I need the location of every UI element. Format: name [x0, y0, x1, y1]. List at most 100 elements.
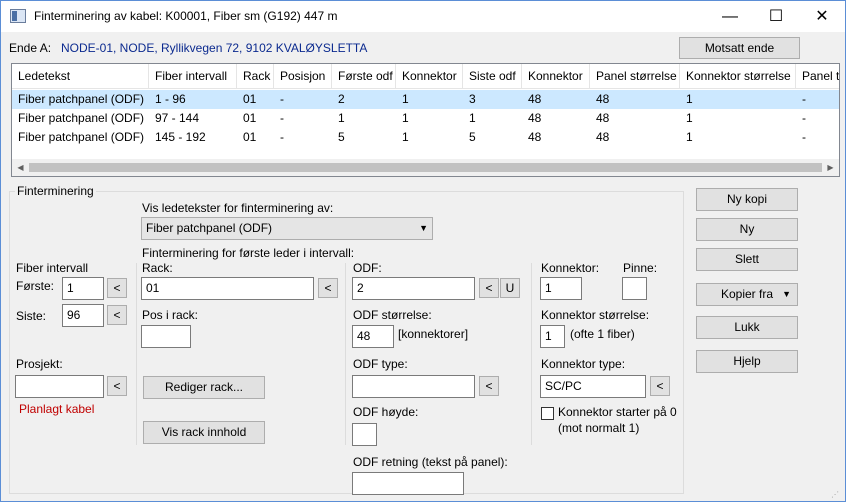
scroll-right-icon[interactable]: ▶ — [822, 159, 839, 176]
table-cell: 1 — [402, 130, 409, 144]
maximize-button[interactable]: ☐ — [753, 1, 799, 32]
title-bar[interactable]: Finterminering av kabel: K00001, Fiber s… — [1, 1, 845, 32]
divider — [531, 263, 532, 445]
horizontal-scrollbar[interactable]: ◀ ▶ — [12, 159, 839, 176]
dialog-window: Finterminering av kabel: K00001, Fiber s… — [0, 0, 846, 502]
divider — [136, 263, 137, 445]
table-cell: 1 — [338, 111, 345, 125]
odf-input[interactable]: 2 — [352, 277, 475, 300]
table-cell: 1 — [686, 130, 693, 144]
scrollbar-thumb[interactable] — [29, 163, 822, 172]
column-header[interactable]: Første odf — [332, 64, 396, 89]
window-title: Finterminering av kabel: K00001, Fiber s… — [34, 9, 338, 23]
konnektor-type-input[interactable]: SC/PC — [540, 375, 646, 398]
table-row[interactable]: Fiber patchpanel (ODF) 1 - 96 01 - 2 1 3… — [12, 90, 839, 109]
pos-i-rack-input[interactable] — [141, 325, 191, 348]
column-header[interactable]: Konnektor — [396, 64, 463, 89]
table-cell: 1 - 96 — [155, 92, 186, 106]
odf-type-label: ODF type: — [353, 357, 408, 371]
minimize-button[interactable]: — — [707, 1, 753, 32]
odf-retning-label: ODF retning (tekst på panel): — [353, 455, 508, 469]
forste-input[interactable]: 1 — [62, 277, 104, 300]
column-header[interactable]: Ledetekst — [12, 64, 149, 89]
table-cell: 1 — [686, 111, 693, 125]
pinne-input[interactable] — [622, 277, 647, 300]
forste-label: Første: — [16, 279, 54, 293]
divider — [345, 263, 346, 445]
table-cell: 48 — [596, 111, 610, 125]
rack-input[interactable]: 01 — [141, 277, 314, 300]
odf-hoyde-label: ODF høyde: — [353, 405, 419, 419]
table-cell: 48 — [528, 92, 542, 106]
table-cell: 48 — [528, 111, 542, 125]
column-header[interactable]: Panel størrelse — [590, 64, 680, 89]
scroll-left-icon[interactable]: ◀ — [12, 159, 29, 176]
ende-label: Ende A: — [9, 41, 52, 55]
slett-button[interactable]: Slett — [696, 248, 798, 271]
konnektor-storrelse-input[interactable]: 1 — [540, 325, 565, 348]
table-cell: 97 - 144 — [155, 111, 200, 125]
table-cell: 1 — [686, 92, 693, 106]
konnektor-starter-checkbox[interactable] — [541, 407, 554, 420]
table-cell: 145 - 192 — [155, 130, 206, 144]
group-title: Finterminering — [15, 184, 96, 198]
column-header[interactable]: Siste odf — [463, 64, 522, 89]
odf-storrelse-input[interactable]: 48 — [352, 325, 394, 348]
column-header[interactable]: Konnektor — [522, 64, 590, 89]
kopier-fra-label: Kopier fra — [720, 287, 774, 301]
motsatt-ende-button[interactable]: Motsatt ende — [679, 37, 800, 59]
list-header: Ledetekst Fiber intervall Rack Posisjon … — [12, 64, 839, 89]
forste-pick-button[interactable]: < — [107, 278, 127, 298]
column-header[interactable]: Posisjon — [274, 64, 332, 89]
table-cell: 48 — [528, 130, 542, 144]
rack-pick-button[interactable]: < — [318, 278, 338, 298]
table-cell: - — [802, 92, 806, 106]
table-cell: 2 — [338, 92, 345, 106]
prosjekt-pick-button[interactable]: < — [107, 376, 127, 396]
column-header[interactable]: Panel ty — [796, 64, 839, 89]
table-row[interactable]: Fiber patchpanel (ODF) 145 - 192 01 - 5 … — [12, 128, 839, 147]
ny-kopi-button[interactable]: Ny kopi — [696, 188, 798, 211]
ny-button[interactable]: Ny — [696, 218, 798, 241]
table-cell: - — [280, 111, 284, 125]
resize-grip-icon[interactable]: ⋰ — [831, 489, 843, 501]
odf-type-input[interactable] — [352, 375, 475, 398]
kopier-fra-button[interactable]: Kopier fra ▼ — [696, 283, 798, 306]
konnektor-type-pick-button[interactable]: < — [650, 376, 670, 396]
column-header[interactable]: Rack — [237, 64, 274, 89]
table-cell: - — [802, 111, 806, 125]
odf-retning-input[interactable] — [352, 472, 464, 495]
vis-rack-innhold-button[interactable]: Vis rack innhold — [143, 421, 265, 444]
odf-storrelse-label: ODF størrelse: — [353, 308, 432, 322]
table-cell: Fiber patchpanel (ODF) — [18, 92, 145, 106]
vis-ledetekster-label: Vis ledetekster for finterminering av: — [142, 201, 334, 215]
konnektor-storrelse-label: Konnektor størrelse: — [541, 308, 650, 322]
odf-type-pick-button[interactable]: < — [479, 376, 499, 396]
siste-pick-button[interactable]: < — [107, 305, 127, 325]
siste-input[interactable]: 96 — [62, 304, 104, 327]
close-button[interactable]: ✕ — [799, 1, 845, 32]
odf-u-button[interactable]: U — [500, 278, 520, 298]
table-cell: - — [280, 92, 284, 106]
hjelp-button[interactable]: Hjelp — [696, 350, 798, 373]
konnektor-input[interactable]: 1 — [540, 277, 582, 300]
prosjekt-input[interactable] — [15, 375, 104, 398]
odf-hoyde-input[interactable] — [352, 423, 377, 446]
ledetekst-select[interactable]: Fiber patchpanel (ODF) ▼ — [141, 217, 433, 240]
odf-storrelse-unit: [konnektorer] — [398, 327, 469, 341]
rediger-rack-button[interactable]: Rediger rack... — [143, 376, 265, 399]
konnektor-starter-hint: (mot normalt 1) — [558, 421, 640, 435]
ende-value: NODE-01, NODE, Ryllikvegen 72, 9102 KVAL… — [61, 41, 368, 55]
lukk-button[interactable]: Lukk — [696, 316, 798, 339]
table-row[interactable]: Fiber patchpanel (ODF) 97 - 144 01 - 1 1… — [12, 109, 839, 128]
column-header[interactable]: Konnektor størrelse — [680, 64, 796, 89]
table-cell: 48 — [596, 130, 610, 144]
konnektor-type-label: Konnektor type: — [541, 357, 626, 371]
pinne-label: Pinne: — [623, 261, 658, 275]
table-cell: - — [802, 130, 806, 144]
table-cell: 5 — [469, 130, 476, 144]
termination-list[interactable]: Ledetekst Fiber intervall Rack Posisjon … — [11, 63, 840, 177]
column-header[interactable]: Fiber intervall — [149, 64, 237, 89]
odf-pick-button[interactable]: < — [479, 278, 499, 298]
table-cell: 1 — [402, 92, 409, 106]
